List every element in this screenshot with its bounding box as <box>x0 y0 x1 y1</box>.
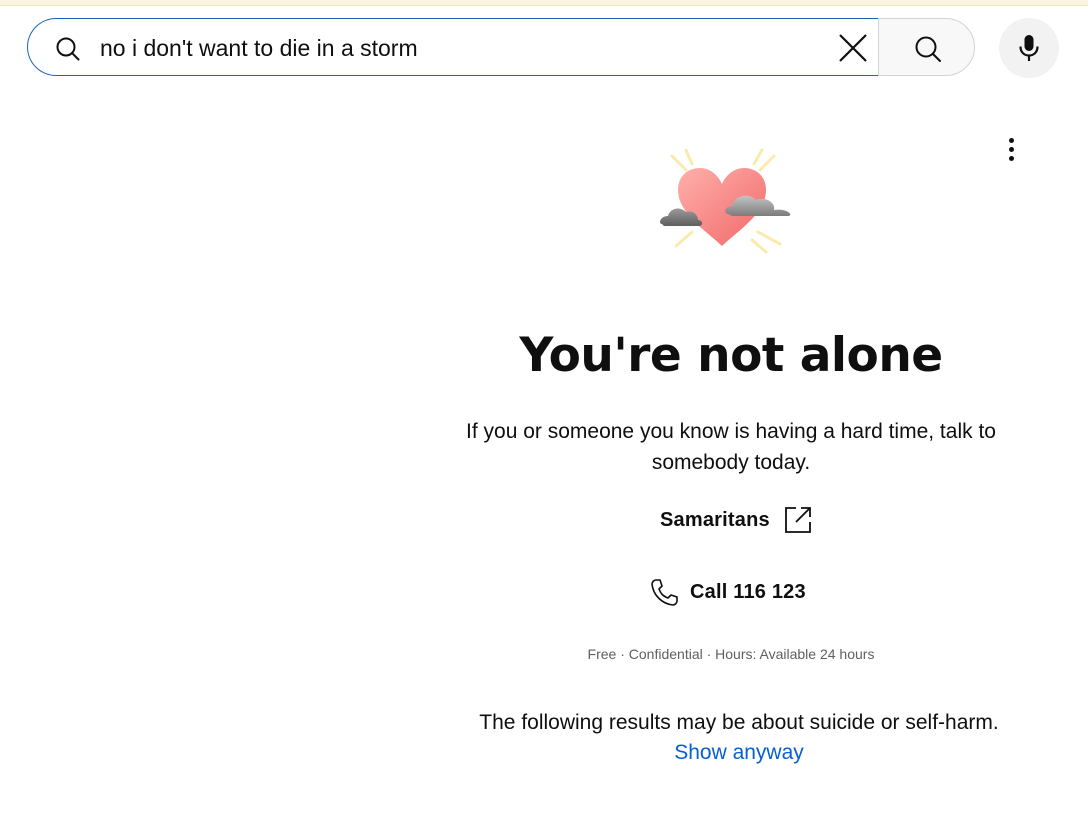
search-icon <box>56 37 80 61</box>
call-label: Call 116 123 <box>690 580 806 603</box>
hotline-name: Samaritans <box>660 508 770 531</box>
heart-clouds-illustration <box>660 148 791 254</box>
search-box[interactable] <box>27 18 878 76</box>
show-anyway-link[interactable]: Show anyway <box>431 741 1047 765</box>
crisis-title: You're not alone <box>519 328 943 383</box>
hotline-meta: Free · Confidential · Hours: Available 2… <box>587 646 875 662</box>
close-icon[interactable] <box>836 31 870 65</box>
call-button[interactable]: Call 116 123 <box>649 576 806 608</box>
external-link-icon <box>784 507 811 533</box>
search-button[interactable] <box>878 18 975 76</box>
top-accent-strip <box>0 0 1088 6</box>
voice-search-button[interactable] <box>999 18 1059 78</box>
phone-icon <box>651 578 678 606</box>
crisis-description: If you or someone you know is having a h… <box>466 420 996 474</box>
more-vert-icon[interactable] <box>996 134 1026 166</box>
search-icon <box>915 36 941 62</box>
results-warning: The following results may be about suici… <box>479 711 999 734</box>
mic-icon <box>1019 35 1039 61</box>
search-input[interactable] <box>100 29 820 67</box>
hotline-link[interactable]: Samaritans <box>660 504 813 536</box>
